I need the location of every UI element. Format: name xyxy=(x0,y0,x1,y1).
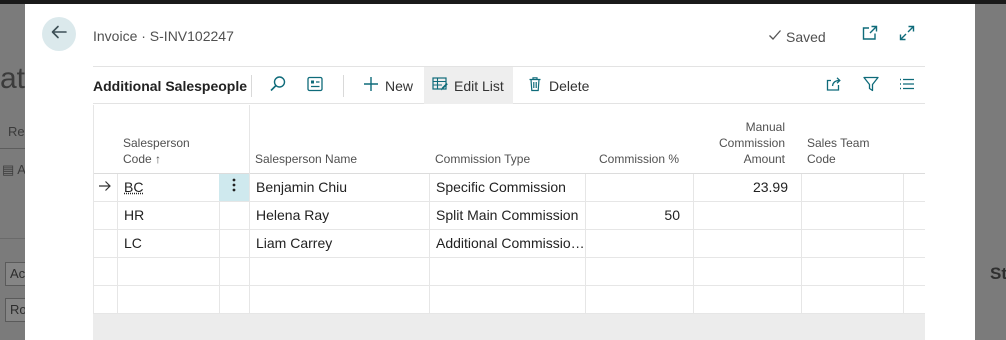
new-label: New xyxy=(385,77,414,94)
edit-list-icon xyxy=(432,76,448,95)
grid-footer-area xyxy=(93,314,925,340)
table-row[interactable]: LC Liam Carrey Additional Commissio… xyxy=(93,230,925,258)
column-header-sales-team[interactable]: Sales Team Code xyxy=(807,135,869,167)
edit-list-label: Edit List xyxy=(454,77,504,94)
open-in-new-window-button[interactable] xyxy=(859,24,881,46)
cell-commission-type[interactable]: Specific Commission xyxy=(429,174,585,201)
background-page-title: at xyxy=(0,62,25,95)
delete-button[interactable]: Delete xyxy=(519,67,597,104)
delete-label: Delete xyxy=(549,77,590,94)
cell-commission-pct[interactable]: 50 xyxy=(585,202,693,229)
saved-status: Saved xyxy=(768,28,826,45)
column-header-commission-type[interactable]: Commission Type xyxy=(435,151,530,167)
column-header-code[interactable]: Salesperson Code ↑ xyxy=(123,135,190,167)
column-header-manual-amount[interactable]: Manual Commission Amount xyxy=(693,119,785,167)
row-actions-button[interactable] xyxy=(219,174,249,201)
search-icon xyxy=(269,75,287,98)
card-view-icon xyxy=(306,75,324,98)
cell-code[interactable]: BC xyxy=(117,174,219,201)
cell-commission-pct[interactable] xyxy=(585,258,693,285)
table-row[interactable] xyxy=(93,258,925,286)
cell-manual-amount[interactable] xyxy=(693,230,801,257)
table-row[interactable]: HR Helena Ray Split Main Commission 50 xyxy=(93,202,925,230)
cell-manual-amount[interactable] xyxy=(693,202,801,229)
cell-name[interactable]: Benjamin Chiu xyxy=(249,174,429,201)
table-row[interactable]: BC Benjamin Chiu Specific Commission 23.… xyxy=(93,174,925,202)
part-title: Additional Salespeople xyxy=(93,78,248,94)
background-field: Ac xyxy=(5,262,27,286)
cell-sales-team[interactable] xyxy=(801,230,903,257)
cell-commission-type[interactable]: Additional Commissio… xyxy=(429,230,585,257)
new-button[interactable]: New xyxy=(355,67,421,104)
table-row[interactable] xyxy=(93,286,925,314)
more-options-icon xyxy=(232,177,236,198)
cell-commission-pct[interactable] xyxy=(585,174,693,201)
saved-label: Saved xyxy=(786,28,826,45)
background-label: Re xyxy=(8,124,25,139)
cell-code[interactable] xyxy=(117,258,219,285)
share-icon xyxy=(825,75,843,98)
plus-icon xyxy=(363,76,379,95)
background-action-item: ▤ A xyxy=(2,162,25,177)
back-arrow-icon xyxy=(50,23,68,46)
current-row-arrow-icon xyxy=(93,174,117,201)
cell-code[interactable] xyxy=(117,286,219,313)
separator xyxy=(251,75,252,97)
cell-sales-team[interactable] xyxy=(801,202,903,229)
back-button[interactable] xyxy=(42,17,76,51)
cell-name[interactable] xyxy=(249,258,429,285)
background-right-text: St xyxy=(990,264,1006,283)
column-header-commission-pct[interactable]: Commission % xyxy=(599,151,679,167)
cell-sales-team[interactable] xyxy=(801,258,903,285)
column-header-name[interactable]: Salesperson Name xyxy=(255,151,357,167)
cell-commission-pct[interactable] xyxy=(585,286,693,313)
cell-name[interactable] xyxy=(249,286,429,313)
filter-button[interactable] xyxy=(860,75,882,97)
expand-icon xyxy=(898,24,916,47)
background-field: Ro xyxy=(5,298,27,322)
separator xyxy=(343,75,344,97)
expand-button[interactable] xyxy=(896,24,918,46)
open-in-new-window-icon xyxy=(861,24,879,47)
edit-list-button[interactable]: Edit List xyxy=(424,67,513,104)
background-divider xyxy=(0,238,25,239)
background-divider xyxy=(0,148,25,149)
filter-icon xyxy=(862,75,880,98)
list-icon xyxy=(898,75,916,98)
action-bar: Additional Salespeople New Edit List Del… xyxy=(93,66,925,104)
cell-commission-type[interactable] xyxy=(429,258,585,285)
cell-name[interactable]: Liam Carrey xyxy=(249,230,429,257)
show-as-cards-button[interactable] xyxy=(304,75,326,97)
cell-commission-type[interactable]: Split Main Commission xyxy=(429,202,585,229)
cell-code[interactable]: LC xyxy=(117,230,219,257)
page-title: Invoice · S-INV102247 xyxy=(93,28,234,44)
cell-commission-pct[interactable] xyxy=(585,230,693,257)
share-button[interactable] xyxy=(823,75,845,97)
cell-commission-type[interactable] xyxy=(429,286,585,313)
search-button[interactable] xyxy=(267,75,289,97)
cell-name[interactable]: Helena Ray xyxy=(249,202,429,229)
checkmark-icon xyxy=(768,28,782,45)
cell-manual-amount[interactable] xyxy=(693,286,801,313)
cell-manual-amount[interactable]: 23.99 xyxy=(693,174,801,201)
cell-manual-amount[interactable] xyxy=(693,258,801,285)
salespeople-dialog: Invoice · S-INV102247 Saved Additional S… xyxy=(25,4,975,340)
cell-sales-team[interactable] xyxy=(801,286,903,313)
cell-code[interactable]: HR xyxy=(117,202,219,229)
background-action-icon: ▤ xyxy=(2,162,15,177)
grid-header: Salesperson Code ↑ Salesperson Name Comm… xyxy=(93,105,925,173)
cell-sales-team[interactable] xyxy=(801,174,903,201)
list-options-button[interactable] xyxy=(896,75,918,97)
trash-icon xyxy=(527,76,543,95)
